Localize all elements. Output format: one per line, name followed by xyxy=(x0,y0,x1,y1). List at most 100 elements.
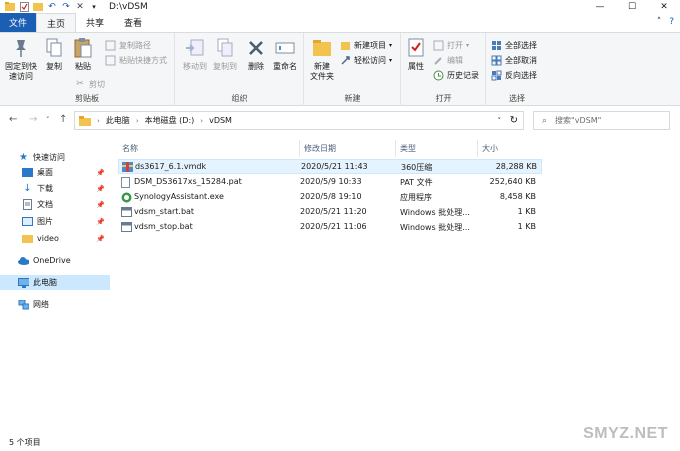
file-modified: 2020/5/21 11:20 xyxy=(300,207,367,216)
back-arrow-icon[interactable]: ← xyxy=(9,114,17,125)
address-bar[interactable]: › 此电脑 › 本地磁盘 (D:) › vDSM ˅ ↻ xyxy=(74,111,524,130)
clipboard-group: 固定到快 速访问 复制 粘贴 复制路径 粘贴快捷方式 ✂ 剪切 剪贴板 xyxy=(0,33,175,106)
move-to-icon xyxy=(184,37,206,59)
open-group-label: 打开 xyxy=(435,94,452,103)
copy-path-button[interactable]: 复制路径 xyxy=(104,38,151,52)
batch-icon xyxy=(121,207,132,217)
rename-button[interactable]: 重命名 xyxy=(270,37,300,72)
recent-locations-icon[interactable]: ˅ xyxy=(46,116,50,124)
easy-access-button[interactable]: 轻松访问 ▾ xyxy=(339,53,392,67)
maximize-button[interactable]: ☐ xyxy=(616,0,648,13)
file-type: PAT 文件 xyxy=(400,178,433,187)
properties-button[interactable]: 属性 xyxy=(404,37,428,72)
address-folder-icon xyxy=(79,115,91,126)
new-item-button[interactable]: 新建项目 ▾ xyxy=(339,38,392,52)
redo-icon[interactable]: ↷ xyxy=(61,2,71,12)
ribbon-tabs: 文件 主页 共享 查看 ˄ ? xyxy=(0,13,680,32)
nav-network[interactable]: 网络 xyxy=(0,297,110,312)
column-header-type[interactable]: 类型 xyxy=(396,140,478,157)
invert-selection-icon xyxy=(490,69,502,81)
picture-icon xyxy=(22,216,33,227)
pin-icon xyxy=(10,37,32,59)
edit-button[interactable]: 编辑 xyxy=(432,53,463,67)
delete-label: 删除 xyxy=(248,62,264,71)
breadcrumb-vdsm[interactable]: vDSM xyxy=(209,116,232,125)
select-none-button[interactable]: 全部取消 xyxy=(490,53,537,67)
scissors-icon: ✂ xyxy=(76,79,84,89)
breadcrumb-separator: › xyxy=(200,116,204,125)
copy-to-icon xyxy=(214,37,236,59)
file-name: vdsm_stop.bat xyxy=(134,222,193,231)
nav-quick-access[interactable]: ★ 快速访问 xyxy=(0,150,110,165)
easy-access-icon xyxy=(339,54,351,66)
nav-item-documents[interactable]: 文档 📌 xyxy=(0,197,110,212)
move-to-button[interactable]: 移动到 xyxy=(180,37,210,72)
properties-check-icon[interactable] xyxy=(19,1,29,12)
table-row[interactable]: vdsm_stop.bat 2020/5/21 11:06 Windows 批处… xyxy=(118,220,542,235)
cut-button[interactable]: ✂ 剪切 xyxy=(74,77,105,91)
table-row[interactable]: vdsm_start.bat 2020/5/21 11:20 Windows 批… xyxy=(118,205,542,220)
help-icon[interactable]: ? xyxy=(669,17,674,27)
history-button[interactable]: 历史记录 xyxy=(432,68,479,82)
paste-shortcut-button[interactable]: 粘贴快捷方式 xyxy=(104,53,167,67)
column-header-size[interactable]: 大小 xyxy=(478,140,542,157)
column-header-modified[interactable]: 修改日期 xyxy=(300,140,396,157)
file-type: 360压缩 xyxy=(401,163,433,172)
copy-to-button[interactable]: 复制到 xyxy=(210,37,240,72)
breadcrumb-this-pc[interactable]: 此电脑 xyxy=(106,115,130,126)
nav-onedrive-label: OneDrive xyxy=(33,256,71,265)
nav-this-pc[interactable]: 此电脑 xyxy=(0,275,110,290)
collapse-ribbon-icon[interactable]: ˄ xyxy=(657,17,662,27)
minimize-button[interactable]: — xyxy=(584,0,616,13)
title-bar: ↶ ↷ ✕ ▾ D:\vDSM — ☐ ✕ xyxy=(0,0,680,13)
new-folder-button[interactable]: 新建 文件夹 xyxy=(307,37,337,82)
undo-icon[interactable]: ↶ xyxy=(47,2,57,12)
nav-item-downloads[interactable]: ↓ 下载 📌 xyxy=(0,181,110,196)
copy-button[interactable]: 复制 xyxy=(42,37,66,72)
table-row[interactable]: ds3617_6.1.vmdk 2020/5/21 11:43 360压缩 28… xyxy=(118,159,542,174)
pin-quick-access-button[interactable]: 固定到快 速访问 xyxy=(4,37,38,82)
select-all-button[interactable]: 全部选择 xyxy=(490,38,537,52)
nav-item-pictures[interactable]: 图片 📌 xyxy=(0,214,110,229)
file-type: Windows 批处理... xyxy=(400,223,470,232)
tab-home[interactable]: 主页 xyxy=(36,13,77,32)
cut-label: 剪切 xyxy=(89,79,105,89)
tab-file[interactable]: 文件 xyxy=(0,13,37,32)
nav-onedrive[interactable]: OneDrive xyxy=(0,253,110,268)
nav-item-video[interactable]: video 📌 xyxy=(0,231,110,246)
search-placeholder: 搜索"vDSM" xyxy=(555,116,602,125)
paste-button[interactable]: 粘贴 xyxy=(70,37,96,72)
nav-item-pictures-label: 图片 xyxy=(37,217,53,226)
nav-item-downloads-label: 下载 xyxy=(37,184,53,193)
delete-quick-icon[interactable]: ✕ xyxy=(75,2,85,12)
pin-quick-access-label: 固定到快 速访问 xyxy=(5,62,37,81)
properties-label: 属性 xyxy=(408,62,424,71)
pin-icon: 📌 xyxy=(96,234,105,243)
customize-dropdown-icon[interactable]: ▾ xyxy=(89,2,99,12)
breadcrumb-separator: › xyxy=(135,116,139,125)
up-arrow-icon[interactable]: ↑ xyxy=(59,114,67,125)
select-none-icon xyxy=(490,54,502,66)
breadcrumb-drive-d[interactable]: 本地磁盘 (D:) xyxy=(145,115,195,126)
tab-share[interactable]: 共享 xyxy=(76,13,114,32)
tab-view[interactable]: 查看 xyxy=(114,13,152,32)
item-count: 5 个项目 xyxy=(9,437,41,447)
invert-selection-button[interactable]: 反向选择 xyxy=(490,68,537,82)
download-arrow-icon: ↓ xyxy=(23,183,32,194)
column-header-name[interactable]: 名称 xyxy=(118,140,300,157)
forward-arrow-icon[interactable]: → xyxy=(29,114,37,125)
new-folder-quick-icon[interactable] xyxy=(33,2,43,12)
address-dropdown-icon[interactable]: ˅ xyxy=(498,117,502,125)
open-button[interactable]: 打开 ▾ xyxy=(432,38,469,52)
table-row[interactable]: SynologyAssistant.exe 2020/5/8 19:10 应用程… xyxy=(118,190,542,205)
open-label: 打开 xyxy=(447,40,463,50)
close-button[interactable]: ✕ xyxy=(648,0,680,13)
copy-to-label: 复制到 xyxy=(213,62,237,71)
delete-button[interactable]: 删除 xyxy=(244,37,268,72)
file-name: ds3617_6.1.vmdk xyxy=(135,162,207,171)
table-row[interactable]: DSM_DS3617xs_15284.pat 2020/5/9 10:33 PA… xyxy=(118,175,542,190)
nav-item-desktop[interactable]: 桌面 📌 xyxy=(0,165,110,180)
nav-network-label: 网络 xyxy=(33,300,49,309)
search-box[interactable]: ⌕ 搜索"vDSM" xyxy=(533,111,670,130)
refresh-icon[interactable]: ↻ xyxy=(510,115,518,126)
